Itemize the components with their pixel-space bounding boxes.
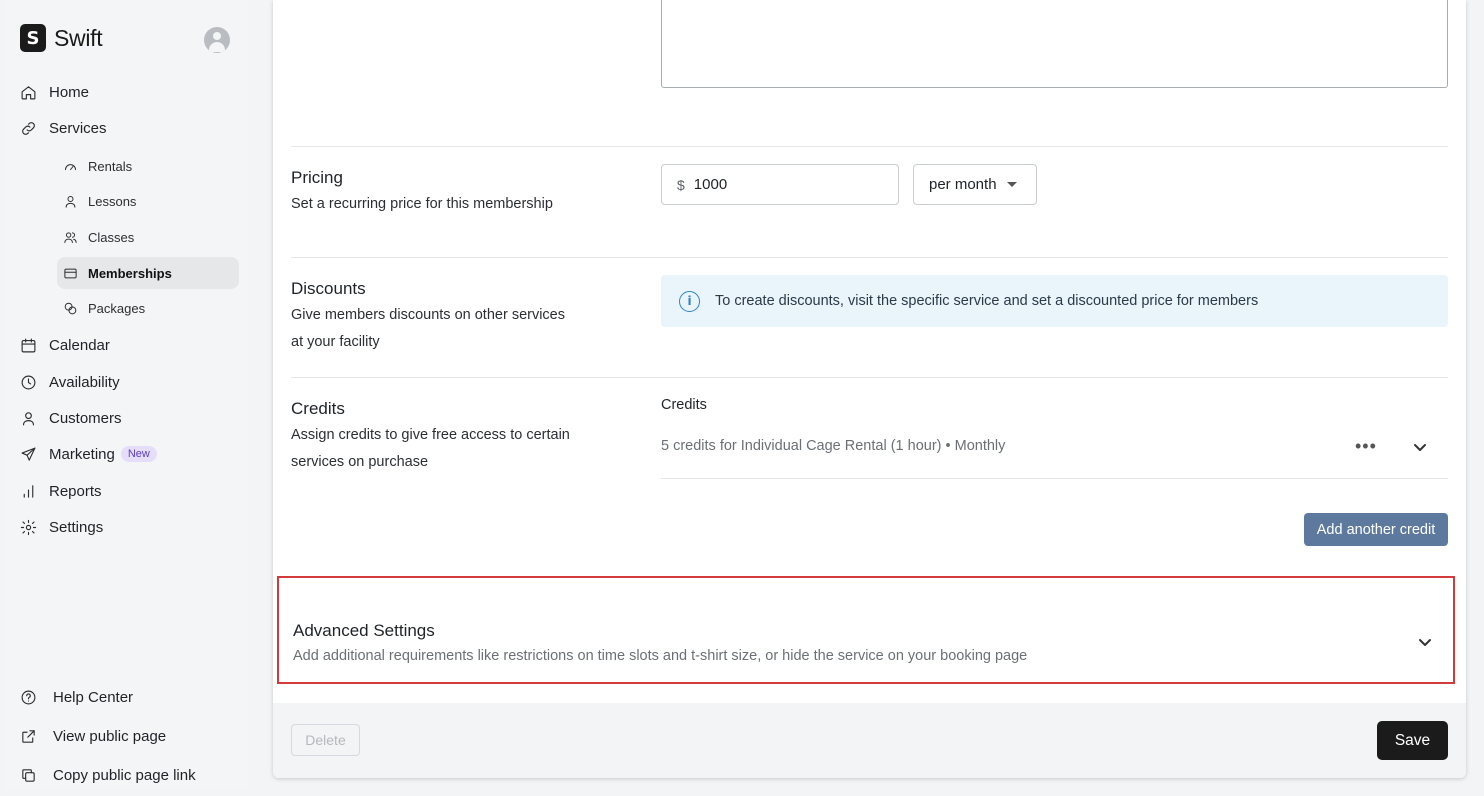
credits-description-line1: Assign credits to give free access to ce… bbox=[291, 427, 570, 443]
external-link-icon bbox=[19, 727, 37, 745]
users-icon bbox=[61, 228, 79, 246]
pricing-description: Set a recurring price for this membershi… bbox=[291, 196, 553, 212]
bottom-item-label: View public page bbox=[53, 727, 167, 745]
price-input[interactable]: $ 1000 bbox=[661, 164, 899, 205]
sidebar-item-label: Reports bbox=[49, 482, 102, 500]
more-options-icon[interactable]: ••• bbox=[1355, 436, 1377, 457]
link-icon bbox=[19, 119, 37, 137]
sidebar-subitem-label: Rentals bbox=[88, 158, 133, 174]
brand-name: Swift bbox=[54, 24, 103, 51]
help-icon bbox=[19, 688, 37, 706]
advanced-settings-description: Add additional requirements like restric… bbox=[293, 648, 1028, 664]
sidebar-item-calendar[interactable]: Calendar bbox=[19, 329, 110, 361]
sidebar-item-customers[interactable]: Customers bbox=[19, 402, 122, 434]
divider bbox=[291, 377, 1448, 378]
billing-period-value: per month bbox=[929, 176, 997, 193]
sidebar-subitem-rentals[interactable]: Rentals bbox=[57, 150, 239, 182]
credits-title: Credits bbox=[291, 399, 345, 418]
sidebar-item-label: Calendar bbox=[49, 336, 110, 354]
sidebar-subitem-label: Lessons bbox=[88, 193, 137, 209]
credit-row-text: 5 credits for Individual Cage Rental (1 … bbox=[661, 438, 1006, 454]
credits-list-label: Credits bbox=[661, 397, 707, 413]
sidebar-subitem-packages[interactable]: Packages bbox=[57, 292, 239, 324]
sidebar-item-availability[interactable]: Availability bbox=[19, 366, 120, 398]
sidebar-subitem-label: Classes bbox=[88, 229, 135, 245]
help-center-link[interactable]: Help Center bbox=[19, 681, 133, 713]
sidebar-subitem-label: Packages bbox=[88, 300, 146, 316]
user-icon bbox=[61, 192, 79, 210]
sidebar-subitem-classes[interactable]: Classes bbox=[57, 221, 239, 253]
user-icon bbox=[19, 409, 37, 427]
new-badge: New bbox=[120, 446, 157, 462]
discounts-title: Discounts bbox=[291, 279, 366, 298]
sidebar: S Swift Home Services Rentals Lessons Cl… bbox=[5, 0, 248, 790]
delete-button[interactable]: Delete bbox=[291, 724, 360, 756]
sidebar-item-label: Home bbox=[49, 83, 90, 101]
view-public-page-link[interactable]: View public page bbox=[19, 720, 166, 752]
discounts-info-banner: i To create discounts, visit the specifi… bbox=[661, 275, 1448, 327]
pricing-title: Pricing bbox=[291, 168, 343, 187]
sidebar-subitem-label: Memberships bbox=[88, 265, 172, 281]
currency-symbol: $ bbox=[677, 176, 685, 193]
brand[interactable]: S Swift bbox=[20, 24, 103, 52]
bottom-item-label: Help Center bbox=[53, 688, 134, 706]
form-footer: Delete Save bbox=[273, 703, 1466, 778]
discounts-info-text: To create discounts, visit the specific … bbox=[715, 293, 1259, 309]
bar-chart-icon bbox=[19, 482, 37, 500]
copy-icon bbox=[19, 766, 37, 784]
discounts-description-line2: at your facility bbox=[291, 334, 380, 350]
credit-row[interactable]: 5 credits for Individual Cage Rental (1 … bbox=[661, 428, 1448, 479]
sidebar-item-label: Services bbox=[49, 119, 107, 137]
divider bbox=[291, 257, 1448, 258]
sidebar-item-settings[interactable]: Settings bbox=[19, 511, 103, 543]
sidebar-item-label: Availability bbox=[49, 373, 120, 391]
swift-logo-icon: S bbox=[20, 24, 46, 52]
sidebar-item-label: Customers bbox=[49, 409, 122, 427]
caret-down-icon bbox=[1006, 182, 1017, 187]
sidebar-subitem-lessons[interactable]: Lessons bbox=[57, 185, 239, 217]
sidebar-item-services[interactable]: Services bbox=[19, 112, 107, 144]
save-button[interactable]: Save bbox=[1377, 721, 1448, 760]
sidebar-item-home[interactable]: Home bbox=[19, 76, 89, 108]
copy-public-page-link[interactable]: Copy public page link bbox=[19, 759, 196, 791]
calendar-icon bbox=[19, 336, 37, 354]
home-icon bbox=[19, 83, 37, 101]
send-icon bbox=[19, 445, 37, 463]
sidebar-subitem-memberships[interactable]: Memberships bbox=[57, 257, 239, 289]
chevron-down-icon[interactable] bbox=[1413, 440, 1427, 454]
billing-period-select[interactable]: per month bbox=[913, 164, 1037, 205]
avatar[interactable] bbox=[204, 27, 230, 53]
gear-icon bbox=[19, 518, 37, 536]
credits-description-line2: services on purchase bbox=[291, 454, 429, 470]
info-icon: i bbox=[679, 290, 700, 312]
advanced-settings-section[interactable]: Advanced Settings Add additional require… bbox=[277, 576, 1455, 684]
bottom-item-label: Copy public page link bbox=[53, 766, 196, 784]
sidebar-item-marketing[interactable]: Marketing New bbox=[19, 438, 157, 470]
add-another-credit-button[interactable]: Add another credit bbox=[1304, 513, 1448, 546]
price-value: 1000 bbox=[693, 176, 728, 193]
sidebar-item-reports[interactable]: Reports bbox=[19, 475, 102, 507]
card-icon bbox=[61, 264, 79, 282]
package-icon bbox=[61, 299, 79, 317]
sidebar-item-label: Settings bbox=[49, 518, 104, 536]
clock-icon bbox=[19, 373, 37, 391]
gauge-icon bbox=[61, 157, 79, 175]
divider bbox=[291, 146, 1448, 147]
membership-form-card: Pricing Set a recurring price for this m… bbox=[273, 0, 1466, 778]
advanced-settings-title: Advanced Settings bbox=[293, 621, 435, 640]
sidebar-item-label: Marketing bbox=[49, 445, 115, 463]
discounts-description-line1: Give members discounts on other services bbox=[291, 307, 565, 323]
description-textarea[interactable] bbox=[661, 0, 1448, 88]
chevron-down-icon[interactable] bbox=[1418, 635, 1432, 649]
